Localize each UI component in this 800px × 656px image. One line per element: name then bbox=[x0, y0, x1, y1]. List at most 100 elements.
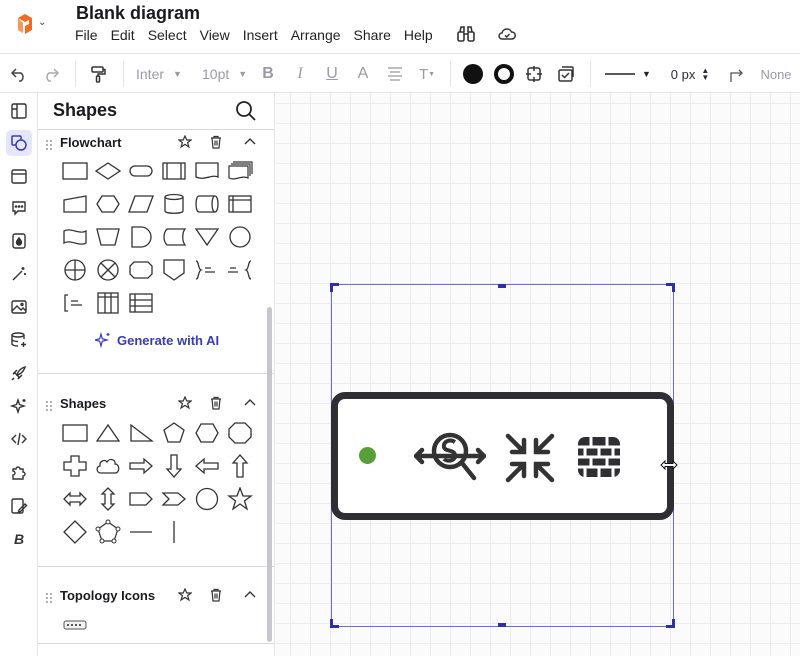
cloud-shape[interactable] bbox=[93, 453, 123, 479]
code-icon[interactable] bbox=[6, 426, 32, 452]
display-shape[interactable] bbox=[126, 257, 156, 283]
document-shape[interactable] bbox=[192, 158, 222, 184]
annotation-brace-left-shape[interactable] bbox=[225, 257, 255, 283]
left-arrow-shape[interactable] bbox=[192, 453, 222, 479]
chevron-shape[interactable] bbox=[159, 486, 189, 512]
text-color-icon[interactable]: A bbox=[353, 55, 373, 93]
tape-shape[interactable] bbox=[60, 224, 90, 250]
process-shape[interactable] bbox=[60, 158, 90, 184]
line-width-stepper[interactable]: 0 px ▲ ▼ bbox=[664, 55, 716, 93]
image-icon[interactable] bbox=[6, 294, 32, 320]
resize-handle-bottom-right[interactable] bbox=[666, 619, 675, 628]
resize-handle-bottom[interactable] bbox=[498, 623, 506, 627]
line-ending-icon[interactable] bbox=[724, 55, 750, 93]
trash-icon[interactable] bbox=[209, 135, 223, 149]
manual-operation-shape[interactable] bbox=[93, 224, 123, 250]
merge-shape[interactable] bbox=[192, 224, 222, 250]
document-title[interactable]: Blank diagram bbox=[76, 3, 200, 24]
bold-icon[interactable]: B bbox=[258, 55, 278, 93]
section-header[interactable]: Flowchart bbox=[38, 130, 274, 156]
brand-b-icon[interactable]: B bbox=[6, 526, 32, 552]
style-checklist-icon[interactable] bbox=[554, 55, 578, 93]
up-arrow-shape[interactable] bbox=[225, 453, 255, 479]
predefined-process-shape[interactable] bbox=[159, 158, 189, 184]
annotation-brace-shape[interactable] bbox=[192, 257, 222, 283]
chevron-up-icon[interactable] bbox=[243, 135, 257, 149]
stepper-arrows-icon[interactable]: ▲ ▼ bbox=[701, 67, 709, 82]
italic-icon[interactable]: I bbox=[290, 55, 310, 93]
magic-wand-icon[interactable] bbox=[6, 261, 32, 287]
vertical-line-shape[interactable] bbox=[159, 519, 189, 545]
diagram-canvas[interactable] bbox=[276, 93, 800, 656]
manual-input-shape[interactable] bbox=[60, 191, 90, 217]
star-icon[interactable] bbox=[178, 588, 192, 602]
text-options-icon[interactable]: T ▼ bbox=[416, 55, 438, 93]
menu-view[interactable]: View bbox=[200, 27, 230, 43]
containers-icon[interactable] bbox=[6, 163, 32, 189]
switch-device-icon[interactable] bbox=[60, 612, 90, 638]
line-style-select[interactable]: ▼ bbox=[604, 55, 652, 93]
or-shape[interactable] bbox=[93, 257, 123, 283]
cross-shape[interactable] bbox=[60, 453, 90, 479]
menu-help[interactable]: Help bbox=[404, 27, 433, 43]
pentagon-shape[interactable] bbox=[159, 420, 189, 446]
panel-scrollbar[interactable] bbox=[267, 307, 272, 642]
bracket-note-shape[interactable] bbox=[60, 290, 90, 316]
multi-document-shape[interactable] bbox=[225, 158, 255, 184]
drag-handle-icon[interactable] bbox=[45, 139, 53, 151]
drag-handle-icon[interactable] bbox=[45, 592, 53, 604]
chevron-up-icon[interactable] bbox=[243, 588, 257, 602]
right-triangle-shape[interactable] bbox=[126, 420, 156, 446]
undo-icon[interactable] bbox=[6, 55, 32, 93]
cloud-saved-icon[interactable] bbox=[497, 24, 517, 44]
search-icon[interactable] bbox=[235, 100, 257, 122]
binoculars-icon[interactable] bbox=[456, 24, 476, 44]
theme-fill-icon[interactable] bbox=[6, 228, 32, 254]
data-linking-icon[interactable] bbox=[6, 327, 32, 353]
resize-handle-top-right[interactable] bbox=[666, 283, 675, 292]
shapes-panel-icon[interactable] bbox=[6, 130, 32, 156]
text-align-icon[interactable] bbox=[384, 55, 406, 93]
lucid-logo-icon[interactable] bbox=[14, 12, 36, 36]
internal-storage-shape[interactable] bbox=[225, 191, 255, 217]
direct-data-shape[interactable] bbox=[192, 191, 222, 217]
rocket-icon[interactable] bbox=[6, 360, 32, 386]
pentagon-arrow-shape[interactable] bbox=[126, 486, 156, 512]
chevron-up-icon[interactable] bbox=[243, 396, 257, 410]
shape-options-icon[interactable] bbox=[522, 55, 546, 93]
menu-share[interactable]: Share bbox=[354, 27, 391, 43]
fill-color-icon[interactable] bbox=[461, 55, 485, 93]
stored-data-shape[interactable] bbox=[159, 224, 189, 250]
line-color-icon[interactable] bbox=[492, 55, 516, 93]
redo-icon[interactable] bbox=[38, 55, 64, 93]
generate-with-ai-button[interactable]: Generate with AI bbox=[95, 332, 219, 348]
hexagon-shape[interactable] bbox=[192, 420, 222, 446]
resize-handle-top[interactable] bbox=[498, 284, 506, 288]
arrow-style-value[interactable]: None bbox=[756, 55, 796, 93]
underline-icon[interactable]: U bbox=[322, 55, 342, 93]
summing-junction-shape[interactable] bbox=[60, 257, 90, 283]
comments-icon[interactable] bbox=[6, 195, 32, 221]
drag-handle-icon[interactable] bbox=[45, 400, 53, 412]
menu-insert[interactable]: Insert bbox=[243, 27, 278, 43]
star-icon[interactable] bbox=[178, 135, 192, 149]
integrations-puzzle-icon[interactable] bbox=[6, 459, 32, 485]
ai-sparkle-icon[interactable] bbox=[6, 393, 32, 419]
network-widget-shape[interactable] bbox=[331, 392, 674, 520]
database-shape[interactable] bbox=[159, 191, 189, 217]
swimlane-horizontal-shape[interactable] bbox=[126, 290, 156, 316]
rectangle-shape[interactable] bbox=[60, 420, 90, 446]
down-arrow-shape[interactable] bbox=[159, 453, 189, 479]
format-painter-icon[interactable] bbox=[85, 55, 111, 93]
trash-icon[interactable] bbox=[209, 396, 223, 410]
pages-panel-icon[interactable] bbox=[6, 98, 32, 124]
diamond-shape[interactable] bbox=[60, 519, 90, 545]
resize-handle-bottom-left[interactable] bbox=[330, 619, 339, 628]
swimlane-vertical-shape[interactable] bbox=[93, 290, 123, 316]
connector-circle-shape[interactable] bbox=[225, 224, 255, 250]
delay-shape[interactable] bbox=[126, 224, 156, 250]
trash-icon[interactable] bbox=[209, 588, 223, 602]
preparation-shape[interactable] bbox=[93, 191, 123, 217]
octagon-shape[interactable] bbox=[225, 420, 255, 446]
left-right-arrow-shape[interactable] bbox=[60, 486, 90, 512]
